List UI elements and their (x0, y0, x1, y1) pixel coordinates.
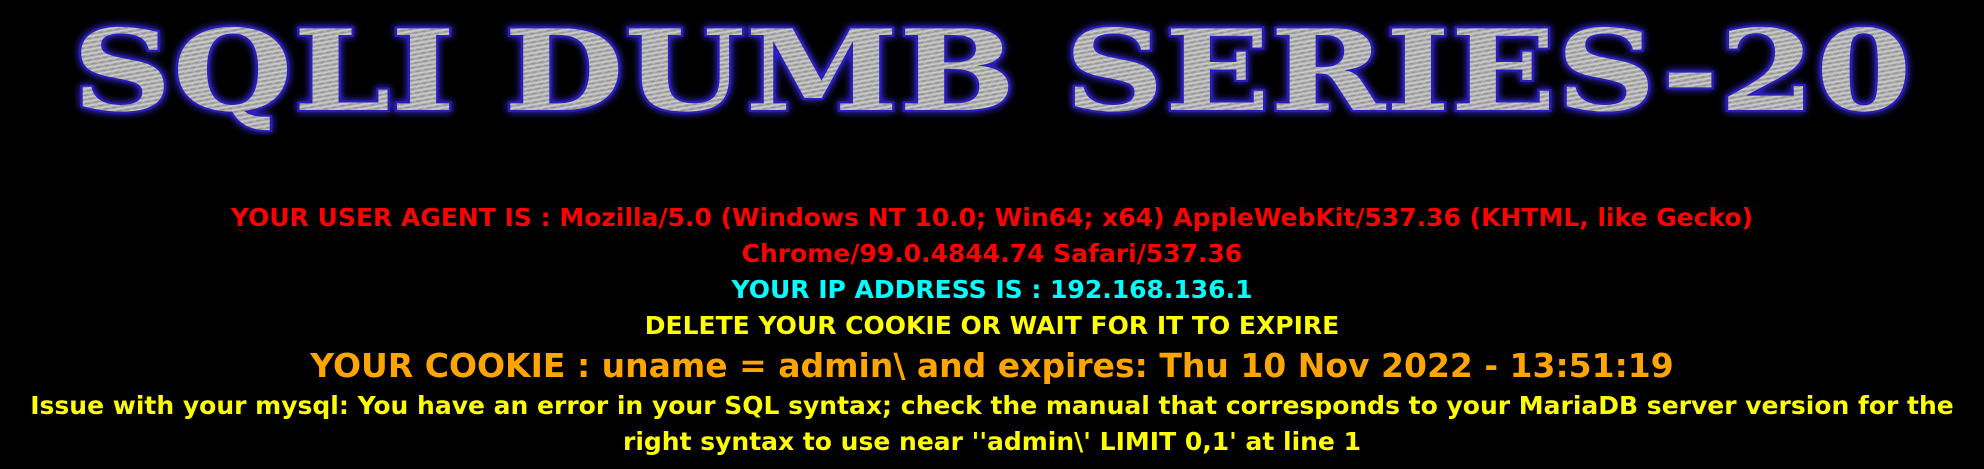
info-panel: YOUR USER AGENT IS : Mozilla/5.0 (Window… (0, 200, 1984, 460)
ip-address-text: YOUR IP ADDRESS IS : 192.168.136.1 (731, 275, 1253, 304)
banner: SQLI DUMB SERIES-20 (0, 0, 1984, 135)
mysql-error-text: Issue with your mysql: You have an error… (30, 391, 1954, 456)
cookie-text: YOUR COOKIE : uname = admin\ and expires… (310, 346, 1674, 385)
banner-title: SQLI DUMB SERIES-20 (72, 6, 1912, 135)
user-agent-text: YOUR USER AGENT IS : Mozilla/5.0 (Window… (230, 203, 1754, 268)
delete-cookie-text: DELETE YOUR COOKIE OR WAIT FOR IT TO EXP… (644, 311, 1340, 340)
banner-graphic: SQLI DUMB SERIES-20 (70, 4, 1914, 135)
